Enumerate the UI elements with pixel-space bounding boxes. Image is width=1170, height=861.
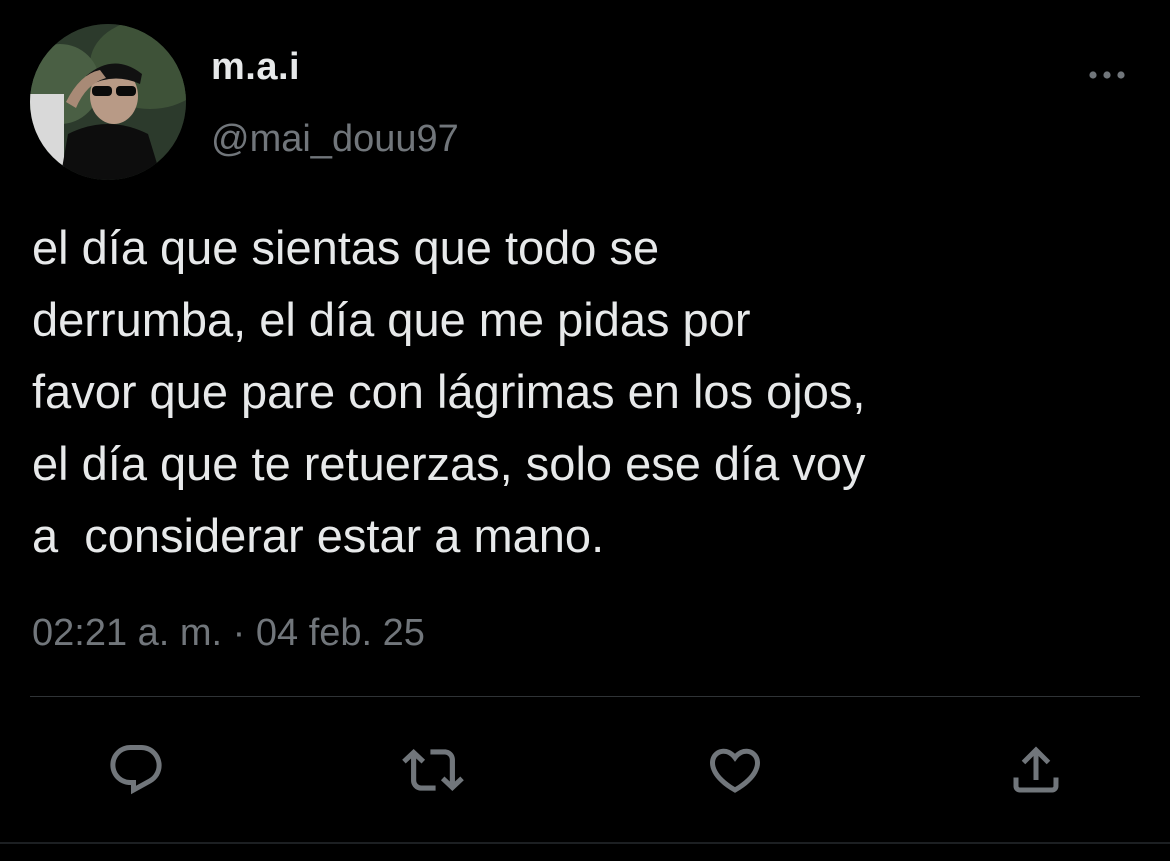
- share-icon: [1013, 746, 1059, 793]
- display-name[interactable]: m.a.i: [211, 46, 300, 89]
- tweet-timestamp[interactable]: 02:21 a. m. · 04 feb. 25: [32, 612, 425, 655]
- action-bar: [0, 738, 1170, 802]
- retweet-button[interactable]: [401, 738, 465, 802]
- avatar-image: [30, 24, 186, 180]
- reply-button[interactable]: [104, 738, 168, 802]
- more-horizontal-icon: [1089, 71, 1125, 79]
- heart-icon: [709, 748, 761, 793]
- like-button[interactable]: [703, 738, 767, 802]
- share-button[interactable]: [1004, 738, 1068, 802]
- reply-icon: [110, 745, 162, 795]
- tweet-card: m.a.i @mai_douu97 el día que sientas que…: [0, 0, 1170, 861]
- avatar[interactable]: [30, 24, 186, 180]
- user-handle[interactable]: @mai_douu97: [211, 118, 459, 161]
- divider: [30, 696, 1140, 697]
- more-options-button[interactable]: [1082, 58, 1132, 92]
- retweet-icon: [402, 749, 464, 791]
- bottom-divider: [0, 842, 1170, 844]
- tweet-text: el día que sientas que todo se derrumba,…: [32, 221, 866, 562]
